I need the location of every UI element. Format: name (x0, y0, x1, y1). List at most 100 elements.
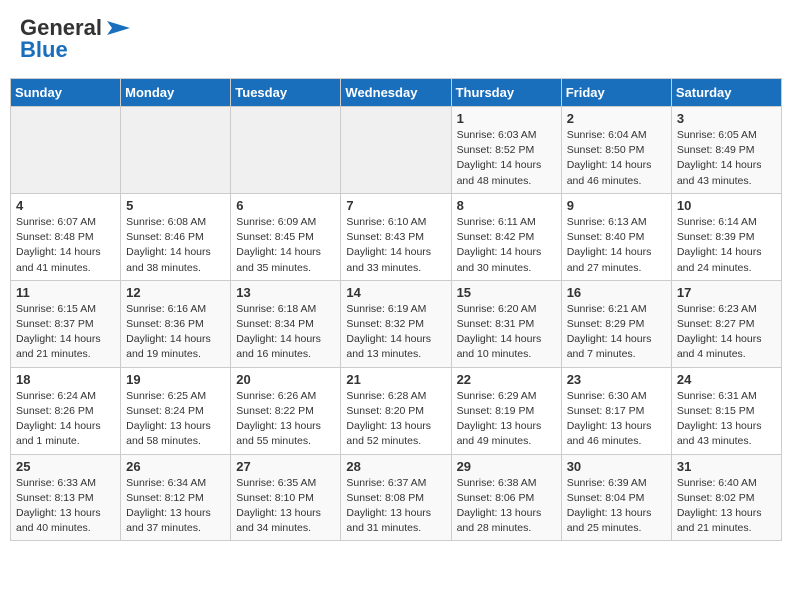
day-info: Sunrise: 6:05 AM Sunset: 8:49 PM Dayligh… (677, 128, 776, 189)
day-info: Sunrise: 6:07 AM Sunset: 8:48 PM Dayligh… (16, 215, 115, 276)
calendar-cell: 23 Sunrise: 6:30 AM Sunset: 8:17 PM Dayli… (561, 367, 671, 454)
day-number: 31 (677, 459, 776, 474)
day-info: Sunrise: 6:24 AM Sunset: 8:26 PM Dayligh… (16, 389, 115, 450)
day-number: 4 (16, 198, 115, 213)
day-number: 22 (457, 372, 556, 387)
day-number: 21 (346, 372, 445, 387)
day-number: 29 (457, 459, 556, 474)
day-number: 26 (126, 459, 225, 474)
day-info: Sunrise: 6:23 AM Sunset: 8:27 PM Dayligh… (677, 302, 776, 363)
calendar-cell: 20 Sunrise: 6:26 AM Sunset: 8:22 PM Dayli… (231, 367, 341, 454)
day-info: Sunrise: 6:35 AM Sunset: 8:10 PM Dayligh… (236, 476, 335, 537)
calendar-cell: 21 Sunrise: 6:28 AM Sunset: 8:20 PM Dayli… (341, 367, 451, 454)
day-info: Sunrise: 6:30 AM Sunset: 8:17 PM Dayligh… (567, 389, 666, 450)
day-number: 20 (236, 372, 335, 387)
day-info: Sunrise: 6:39 AM Sunset: 8:04 PM Dayligh… (567, 476, 666, 537)
calendar-cell: 19 Sunrise: 6:25 AM Sunset: 8:24 PM Dayli… (121, 367, 231, 454)
logo: General Blue (20, 15, 132, 63)
day-number: 18 (16, 372, 115, 387)
day-info: Sunrise: 6:16 AM Sunset: 8:36 PM Dayligh… (126, 302, 225, 363)
calendar-cell: 30 Sunrise: 6:39 AM Sunset: 8:04 PM Dayli… (561, 454, 671, 541)
dow-header-friday: Friday (561, 79, 671, 107)
day-info: Sunrise: 6:03 AM Sunset: 8:52 PM Dayligh… (457, 128, 556, 189)
day-info: Sunrise: 6:13 AM Sunset: 8:40 PM Dayligh… (567, 215, 666, 276)
calendar-cell: 10 Sunrise: 6:14 AM Sunset: 8:39 PM Dayli… (671, 193, 781, 280)
day-number: 25 (16, 459, 115, 474)
calendar-cell: 17 Sunrise: 6:23 AM Sunset: 8:27 PM Dayli… (671, 280, 781, 367)
day-info: Sunrise: 6:10 AM Sunset: 8:43 PM Dayligh… (346, 215, 445, 276)
day-number: 2 (567, 111, 666, 126)
logo-arrow-icon (102, 17, 132, 39)
calendar-cell: 24 Sunrise: 6:31 AM Sunset: 8:15 PM Dayli… (671, 367, 781, 454)
day-info: Sunrise: 6:29 AM Sunset: 8:19 PM Dayligh… (457, 389, 556, 450)
calendar-cell: 28 Sunrise: 6:37 AM Sunset: 8:08 PM Dayli… (341, 454, 451, 541)
calendar-cell: 31 Sunrise: 6:40 AM Sunset: 8:02 PM Dayli… (671, 454, 781, 541)
day-info: Sunrise: 6:18 AM Sunset: 8:34 PM Dayligh… (236, 302, 335, 363)
day-number: 3 (677, 111, 776, 126)
day-info: Sunrise: 6:11 AM Sunset: 8:42 PM Dayligh… (457, 215, 556, 276)
calendar-cell (231, 107, 341, 194)
calendar-cell: 9 Sunrise: 6:13 AM Sunset: 8:40 PM Daylig… (561, 193, 671, 280)
day-number: 10 (677, 198, 776, 213)
dow-header-tuesday: Tuesday (231, 79, 341, 107)
day-info: Sunrise: 6:31 AM Sunset: 8:15 PM Dayligh… (677, 389, 776, 450)
calendar-cell: 27Sunrise: 6:35 AM Sunset: 8:10 PM Dayli… (231, 454, 341, 541)
calendar-cell: 15 Sunrise: 6:20 AM Sunset: 8:31 PM Dayli… (451, 280, 561, 367)
day-info: Sunrise: 6:40 AM Sunset: 8:02 PM Dayligh… (677, 476, 776, 537)
dow-header-monday: Monday (121, 79, 231, 107)
calendar-cell: 29 Sunrise: 6:38 AM Sunset: 8:06 PM Dayli… (451, 454, 561, 541)
calendar-cell: 2 Sunrise: 6:04 AM Sunset: 8:50 PM Daylig… (561, 107, 671, 194)
day-number: 15 (457, 285, 556, 300)
dow-header-wednesday: Wednesday (341, 79, 451, 107)
day-info: Sunrise: 6:34 AM Sunset: 8:12 PM Dayligh… (126, 476, 225, 537)
day-info: Sunrise: 6:38 AM Sunset: 8:06 PM Dayligh… (457, 476, 556, 537)
day-number: 1 (457, 111, 556, 126)
day-number: 28 (346, 459, 445, 474)
day-number: 9 (567, 198, 666, 213)
calendar-cell: 6 Sunrise: 6:09 AM Sunset: 8:45 PM Daylig… (231, 193, 341, 280)
day-info: Sunrise: 6:21 AM Sunset: 8:29 PM Dayligh… (567, 302, 666, 363)
calendar-cell: 16 Sunrise: 6:21 AM Sunset: 8:29 PM Dayli… (561, 280, 671, 367)
calendar-cell: 3 Sunrise: 6:05 AM Sunset: 8:49 PM Daylig… (671, 107, 781, 194)
calendar-cell: 12 Sunrise: 6:16 AM Sunset: 8:36 PM Dayli… (121, 280, 231, 367)
day-number: 30 (567, 459, 666, 474)
calendar-cell: 18 Sunrise: 6:24 AM Sunset: 8:26 PM Dayli… (11, 367, 121, 454)
day-number: 12 (126, 285, 225, 300)
calendar-cell: 5Sunrise: 6:08 AM Sunset: 8:46 PM Daylig… (121, 193, 231, 280)
day-number: 24 (677, 372, 776, 387)
day-info: Sunrise: 6:09 AM Sunset: 8:45 PM Dayligh… (236, 215, 335, 276)
day-number: 17 (677, 285, 776, 300)
day-number: 6 (236, 198, 335, 213)
calendar: SundayMondayTuesdayWednesdayThursdayFrid… (10, 78, 782, 541)
calendar-cell: 25Sunrise: 6:33 AM Sunset: 8:13 PM Dayli… (11, 454, 121, 541)
day-info: Sunrise: 6:37 AM Sunset: 8:08 PM Dayligh… (346, 476, 445, 537)
day-info: Sunrise: 6:26 AM Sunset: 8:22 PM Dayligh… (236, 389, 335, 450)
calendar-cell (341, 107, 451, 194)
logo-blue: Blue (20, 37, 68, 63)
day-info: Sunrise: 6:25 AM Sunset: 8:24 PM Dayligh… (126, 389, 225, 450)
day-number: 16 (567, 285, 666, 300)
dow-header-saturday: Saturday (671, 79, 781, 107)
day-number: 5 (126, 198, 225, 213)
calendar-cell: 14Sunrise: 6:19 AM Sunset: 8:32 PM Dayli… (341, 280, 451, 367)
day-info: Sunrise: 6:20 AM Sunset: 8:31 PM Dayligh… (457, 302, 556, 363)
day-number: 23 (567, 372, 666, 387)
calendar-cell: 1 Sunrise: 6:03 AM Sunset: 8:52 PM Daylig… (451, 107, 561, 194)
day-number: 7 (346, 198, 445, 213)
day-number: 19 (126, 372, 225, 387)
calendar-cell: 4 Sunrise: 6:07 AM Sunset: 8:48 PM Daylig… (11, 193, 121, 280)
day-info: Sunrise: 6:04 AM Sunset: 8:50 PM Dayligh… (567, 128, 666, 189)
day-info: Sunrise: 6:19 AM Sunset: 8:32 PM Dayligh… (346, 302, 445, 363)
day-number: 13 (236, 285, 335, 300)
day-info: Sunrise: 6:14 AM Sunset: 8:39 PM Dayligh… (677, 215, 776, 276)
calendar-cell (11, 107, 121, 194)
calendar-cell: 22 Sunrise: 6:29 AM Sunset: 8:19 PM Dayli… (451, 367, 561, 454)
day-number: 8 (457, 198, 556, 213)
day-info: Sunrise: 6:28 AM Sunset: 8:20 PM Dayligh… (346, 389, 445, 450)
dow-header-sunday: Sunday (11, 79, 121, 107)
day-info: Sunrise: 6:15 AM Sunset: 8:37 PM Dayligh… (16, 302, 115, 363)
calendar-cell: 8 Sunrise: 6:11 AM Sunset: 8:42 PM Daylig… (451, 193, 561, 280)
calendar-cell: 7 Sunrise: 6:10 AM Sunset: 8:43 PM Daylig… (341, 193, 451, 280)
dow-header-thursday: Thursday (451, 79, 561, 107)
day-number: 11 (16, 285, 115, 300)
